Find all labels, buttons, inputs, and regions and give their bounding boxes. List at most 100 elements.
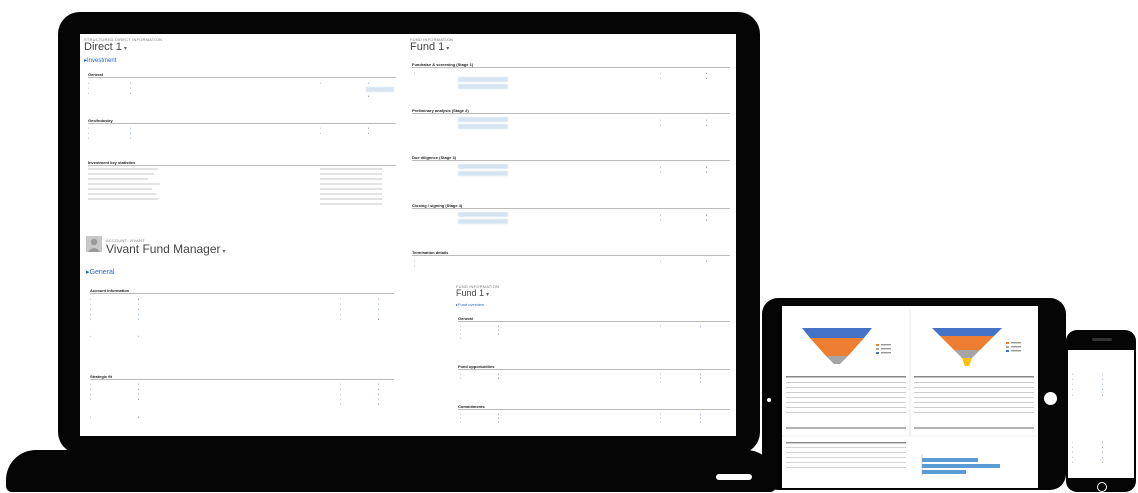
field-label: • [1072,440,1074,444]
field-link[interactable]: • [368,81,369,85]
field-label: • [460,336,462,340]
field-label: • [340,317,342,321]
field-label: • [1072,387,1074,391]
table-header [786,442,906,444]
field-value: • [378,392,380,396]
field-label: • [660,218,662,222]
chevron-down-icon[interactable]: ▾ [223,249,226,255]
field-link[interactable]: • [700,324,701,328]
field-value: • [368,126,370,130]
field-value: • [1102,440,1104,444]
stats-right-column [320,168,396,228]
table-row [786,382,906,383]
manager-tab-general[interactable]: ▸General [86,268,114,276]
field-value: • [378,402,380,406]
field-value: • [368,131,370,135]
section-small-general: General [458,316,730,322]
field-label: • [88,126,90,130]
scrollbar[interactable] [914,427,1034,429]
field-link[interactable]: • [130,86,131,90]
chevron-down-icon[interactable]: ▾ [486,292,489,298]
stat-row [320,203,382,205]
redacted-value [458,77,508,82]
chevron-down-icon[interactable]: ▾ [446,46,449,52]
field-label: • [1072,450,1074,454]
stat-row [88,193,156,195]
stat-row [88,168,158,170]
field-link[interactable]: • [138,302,139,306]
field-link[interactable]: • [138,317,139,321]
stat-row [88,188,152,190]
field-link[interactable]: • [378,297,379,301]
field-value: • [706,71,708,75]
section-commitments: Commitments [458,404,730,410]
funnel-stage-top [802,328,872,338]
field-link[interactable]: • [378,302,379,306]
field-link[interactable]: • [130,126,131,130]
field-value: • [706,170,708,174]
section-stage-2: Preliminary analysis (Stage 2) [412,108,730,114]
field-link[interactable]: • [1102,377,1103,381]
field-link[interactable]: • [378,397,379,401]
scrollbar[interactable] [786,427,906,429]
section-general: General [88,72,396,78]
field-label: • [1072,382,1074,386]
field-link[interactable]: • [130,136,131,140]
table-header [786,376,906,378]
chevron-down-icon[interactable]: ▾ [124,46,127,52]
fund-small-tab-label: Fund overview [458,302,485,307]
field-link[interactable]: • [138,312,139,316]
field-label: • [90,297,92,301]
direct-title[interactable]: Direct 1 ▾ [84,41,127,53]
manager-title[interactable]: Vivant Fund Manager ▾ [106,242,226,256]
section-fund-opportunities: Fund opportunities [458,364,730,370]
section-stage-4: Closing / signing (Stage 4) [412,203,730,209]
manager-tab-label: General [89,269,115,276]
fund-small-tab-overview[interactable]: ▸Fund overview [456,302,484,307]
field-link[interactable]: • [1102,382,1103,386]
field-value: • [700,420,702,424]
table-row [914,397,1034,398]
redacted-value [458,164,508,169]
tablet-home-button[interactable] [1044,392,1057,405]
phone-home-button[interactable] [1097,482,1107,492]
fund-title[interactable]: Fund 1 ▾ [410,41,449,53]
field-value: • [138,392,140,396]
fund-small-title[interactable]: Fund 1 ▾ [456,288,489,298]
phone-speaker [1092,338,1112,341]
legend-swatch [1006,350,1009,352]
field-link[interactable]: • [1102,372,1103,376]
field-link[interactable]: • [130,131,131,135]
direct-tab-investment[interactable]: ▸Investment [84,57,116,64]
table-row [786,447,906,448]
field-value: • [138,387,140,391]
field-link[interactable]: • [130,81,131,85]
table-row [914,412,1034,413]
field-value: • [368,94,370,98]
laptop-notch [716,474,752,480]
bar-3 [922,470,966,474]
phone-screen: • • • • • • • • • • • • • • • • • • • • [1068,350,1134,478]
field-link[interactable]: • [138,334,139,338]
legend-swatch [1006,346,1009,348]
legend-swatch [876,344,879,346]
table-row [786,397,906,398]
field-value: • [706,213,708,217]
field-label: • [320,126,322,130]
redacted-value [458,124,508,129]
tablet-dashboard [782,306,1038,488]
field-link[interactable]: • [378,312,379,316]
field-label: • [660,213,662,217]
field-link[interactable]: • [1102,387,1103,391]
table-row [786,412,906,413]
field-label: • [90,387,92,391]
field-link[interactable]: • [1102,455,1103,459]
field-label: • [660,71,662,75]
table-row [914,407,1034,408]
field-value: • [706,76,708,80]
account-avatar [86,236,102,252]
field-link[interactable]: • [378,307,379,311]
section-stage-3: Due diligence (Stage 3) [412,155,730,161]
legend-text [1011,346,1021,348]
field-label: • [1072,393,1074,397]
